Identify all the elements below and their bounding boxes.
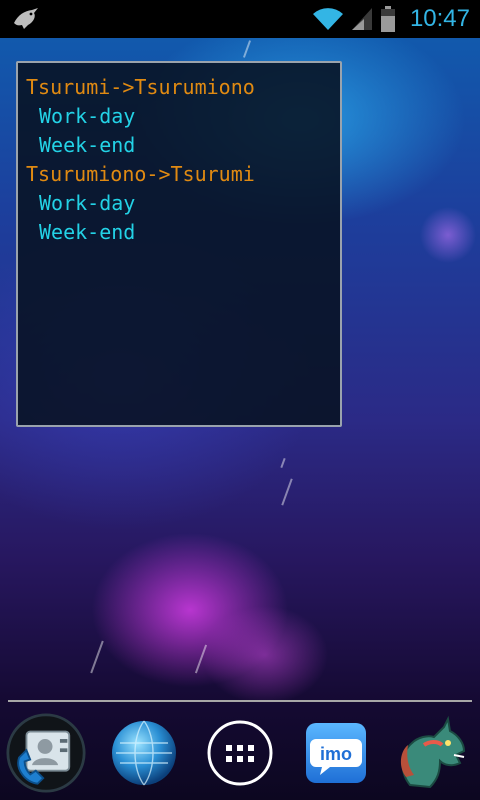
battery-icon bbox=[380, 6, 395, 32]
wallpaper-streak bbox=[280, 457, 286, 469]
route-option-workday[interactable]: Work-day bbox=[26, 102, 332, 131]
route-title[interactable]: Tsurumiono->Tsurumi bbox=[26, 160, 332, 189]
browser-app[interactable] bbox=[104, 713, 184, 793]
wallpaper-streak bbox=[242, 40, 252, 58]
signal-icon bbox=[351, 8, 372, 30]
imo-app[interactable]: imo bbox=[296, 713, 376, 793]
status-icons: 10:47 bbox=[312, 0, 470, 38]
dragon-app[interactable] bbox=[392, 713, 472, 793]
wallpaper-streak bbox=[194, 644, 208, 674]
contacts-phone-icon bbox=[6, 713, 86, 793]
dock-divider bbox=[8, 700, 472, 702]
wallpaper-streak bbox=[90, 640, 104, 674]
route-option-workday[interactable]: Work-day bbox=[26, 189, 332, 218]
clock: 10:47 bbox=[409, 5, 470, 32]
route-option-weekend[interactable]: Week-end bbox=[26, 218, 332, 247]
bus-schedule-widget[interactable]: Tsurumi->Tsurumiono Work-day Week-end Ts… bbox=[16, 61, 342, 427]
dock: imo bbox=[0, 705, 480, 800]
imo-icon: imo bbox=[306, 723, 366, 783]
status-bar: 10:47 bbox=[0, 0, 480, 38]
imo-label: imo bbox=[320, 744, 352, 764]
route-option-weekend[interactable]: Week-end bbox=[26, 131, 332, 160]
app-drawer-button[interactable] bbox=[200, 713, 280, 793]
app-drawer-icon bbox=[207, 720, 273, 786]
route-title[interactable]: Tsurumi->Tsurumiono bbox=[26, 73, 332, 102]
dragon-app-icon bbox=[400, 715, 466, 789]
browser-globe-icon bbox=[112, 720, 176, 786]
contacts-phone-app[interactable] bbox=[6, 713, 86, 793]
notification-bird-icon bbox=[14, 8, 38, 29]
wifi-icon bbox=[312, 8, 343, 31]
wallpaper-streak bbox=[281, 478, 293, 506]
